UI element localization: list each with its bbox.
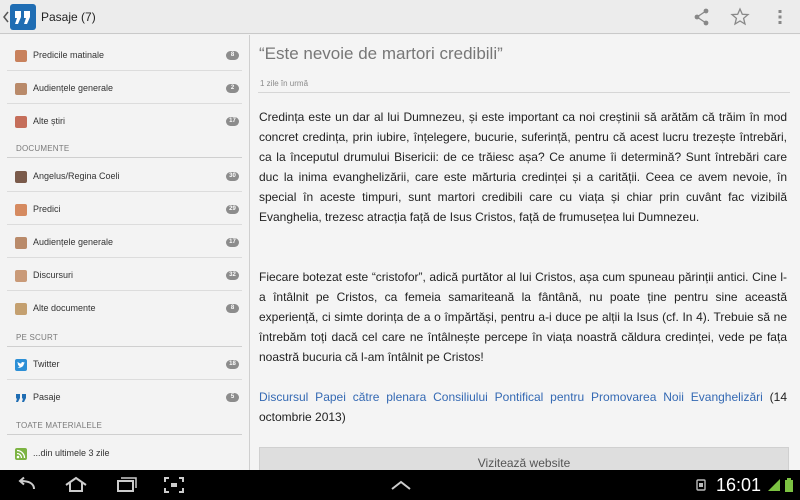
pope-avatar-icon: [15, 270, 27, 282]
sidebar-item-label: Predici: [33, 204, 61, 214]
section-header-toate-materialele: TOATE MATERIALELE: [16, 421, 103, 430]
sidebar-item-predici[interactable]: Predici 29: [0, 192, 249, 225]
article-source: Discursul Papei către plenara Consiliulu…: [259, 387, 787, 427]
system-nav-bar: 16:01: [0, 470, 800, 500]
twitter-icon: [15, 359, 27, 371]
article-paragraph: Credința este un dar al lui Dumnezeu, și…: [259, 110, 787, 224]
signal-icon: [768, 479, 780, 491]
article-pane: “Este nevoie de martori credibili” 1 zil…: [250, 35, 800, 470]
app-logo-quote-icon[interactable]: [10, 4, 36, 30]
sidebar-item-discursuri[interactable]: Discursuri 32: [0, 258, 249, 291]
sidebar-item-label: Alte documente: [33, 303, 96, 313]
section-header-documente: DOCUMENTE: [16, 144, 70, 153]
sidebar-item-label: Pasaje: [33, 392, 61, 402]
count-badge: 17: [226, 238, 239, 247]
battery-icon: [785, 478, 793, 492]
divider: [258, 92, 790, 93]
action-bar: Pasaje (7): [0, 0, 800, 34]
section-header-pe-scurt: PE SCURT: [16, 333, 58, 342]
sidebar-item-pasaje[interactable]: Pasaje 5: [0, 380, 249, 413]
share-icon[interactable]: [692, 7, 712, 27]
pope-avatar-icon: [15, 204, 27, 216]
source-link[interactable]: Discursul Papei către plenara Consiliulu…: [259, 390, 763, 404]
pope-avatar-icon: [15, 303, 27, 315]
sidebar-item-ultimele-3-zile[interactable]: ...din ultimele 3 zile: [0, 436, 249, 469]
count-badge: 30: [226, 172, 239, 181]
page-title: Pasaje (7): [41, 10, 96, 24]
sidebar-item-label: ...din ultimele 3 zile: [33, 448, 110, 458]
sidebar-item-label: Alte știri: [33, 116, 66, 126]
up-caret-icon[interactable]: [2, 8, 10, 26]
sidebar-item-label: Predicile matinale: [33, 50, 105, 60]
sidebar-item-predicile-matinale[interactable]: Predicile matinale 8: [0, 38, 249, 71]
sidebar-item-audientele-generale-doc[interactable]: Audiențele generale 17: [0, 225, 249, 258]
pope-avatar-icon: [15, 50, 27, 62]
sidebar-item-label: Angelus/Regina Coeli: [33, 171, 120, 181]
article-date: 1 zile în urmă: [260, 79, 309, 88]
sidebar-item-alte-stiri[interactable]: Alte știri 17: [0, 104, 249, 137]
sidebar-item-audientele-generale[interactable]: Audiențele generale 2: [0, 71, 249, 104]
sidebar-item-label: Audiențele generale: [33, 83, 114, 93]
star-icon[interactable]: [730, 7, 750, 27]
article-paragraph: Fiecare botezat este “cristofor”, adică …: [259, 270, 787, 364]
clock: 16:01: [716, 475, 762, 495]
sidebar-item-label: Audiențele generale: [33, 237, 114, 247]
screenshot-icon[interactable]: [160, 476, 188, 494]
count-badge: 8: [226, 304, 239, 313]
article-title: “Este nevoie de martori credibili”: [259, 44, 503, 63]
pope-avatar-icon: [15, 116, 27, 128]
recent-apps-icon[interactable]: [112, 476, 140, 494]
sidebar-item-alte-documente[interactable]: Alte documente 8: [0, 291, 249, 324]
usb-icon: [696, 479, 706, 491]
up-chevron-icon[interactable]: [387, 476, 415, 494]
pope-avatar-icon: [15, 237, 27, 249]
pope-avatar-icon: [15, 83, 27, 95]
visit-website-button[interactable]: Vizitează website: [259, 447, 789, 470]
count-badge: 8: [226, 51, 239, 60]
back-icon[interactable]: [12, 476, 40, 494]
count-badge: 18: [226, 360, 239, 369]
sidebar-item-twitter[interactable]: Twitter 18: [0, 347, 249, 380]
pope-avatar-icon: [15, 171, 27, 183]
divider: [7, 434, 242, 435]
count-badge: 2: [226, 84, 239, 93]
sidebar-item-angelus[interactable]: Angelus/Regina Coeli 30: [0, 159, 249, 192]
more-vert-icon[interactable]: [770, 7, 790, 27]
sidebar-nav: Predicile matinale 8 Audiențele generale…: [0, 35, 250, 470]
count-badge: 29: [226, 205, 239, 214]
count-badge: 32: [226, 271, 239, 280]
quote-icon: [16, 394, 26, 402]
sidebar-item-label: Discursuri: [33, 270, 74, 280]
count-badge: 5: [226, 393, 239, 402]
rss-icon: [15, 448, 27, 460]
sidebar-item-label: Twitter: [33, 359, 60, 369]
home-icon[interactable]: [62, 476, 90, 494]
divider: [7, 157, 242, 158]
count-badge: 17: [226, 117, 239, 126]
